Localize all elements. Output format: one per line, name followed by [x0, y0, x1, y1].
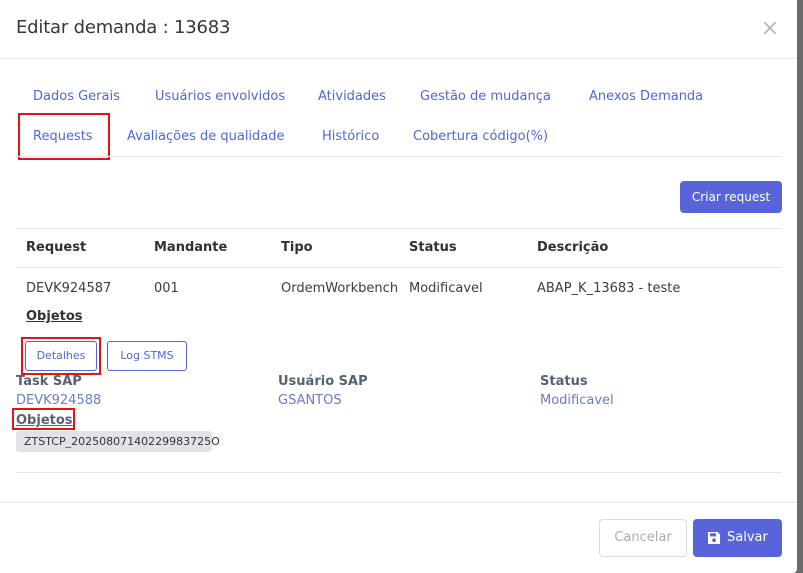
close-icon[interactable]: × [760, 18, 780, 40]
save-label: Salvar [727, 530, 768, 545]
cancel-button[interactable]: Cancelar [599, 519, 687, 557]
tabs-divider [16, 156, 782, 157]
tab-anexos-demanda[interactable]: Anexos Demanda [589, 89, 703, 104]
status-value: Modificavel [540, 393, 614, 408]
usuario-sap-value: GSANTOS [278, 393, 342, 408]
objects-link[interactable]: Objetos [26, 309, 83, 324]
footer-divider [0, 502, 797, 503]
column-header-status: Status [409, 240, 457, 255]
tab-usuarios-envolvidos[interactable]: Usuários envolvidos [155, 89, 285, 104]
tab-cobertura-codigo[interactable]: Cobertura código(%) [413, 129, 548, 144]
table-header-divider [16, 267, 782, 268]
highlight-box-details [21, 337, 101, 375]
status-label: Status [540, 374, 588, 389]
highlight-box-requests-tab [18, 113, 110, 160]
edit-demand-modal: Editar demanda : 13683 × Dados Gerais Us… [0, 0, 797, 573]
cell-tipo: OrdemWorkbench [281, 281, 399, 296]
tab-gestao-de-mudanca[interactable]: Gestão de mudança [420, 89, 551, 104]
usuario-sap-label: Usuário SAP [278, 374, 368, 389]
column-header-request: Request [26, 240, 87, 255]
modal-title: Editar demanda : 13683 [16, 17, 231, 38]
tab-avaliacoes-de-qualidade[interactable]: Avaliações de qualidade [127, 129, 285, 144]
cell-status: Modificavel [409, 281, 483, 296]
column-header-tipo: Tipo [281, 240, 313, 255]
modal-header: Editar demanda : 13683 × [0, 0, 797, 59]
details-bottom-border [16, 472, 782, 473]
cell-request: DEVK924587 [26, 281, 112, 296]
save-button[interactable]: Salvar [693, 519, 782, 557]
cell-descricao: ABAP_K_13683 - teste [537, 281, 681, 296]
highlight-box-objects [12, 408, 75, 430]
tab-atividades[interactable]: Atividades [318, 89, 386, 104]
column-header-mandante: Mandante [154, 240, 228, 255]
tab-dados-gerais[interactable]: Dados Gerais [33, 89, 120, 104]
log-stms-button[interactable]: Log STMS [107, 341, 187, 371]
column-header-descricao: Descrição [537, 240, 609, 255]
create-request-button[interactable]: Criar request [680, 181, 782, 213]
cell-mandante: 001 [154, 281, 179, 296]
save-icon [708, 532, 720, 544]
table-top-border [16, 228, 782, 229]
task-sap-value: DEVK924588 [16, 393, 102, 408]
task-sap-label: Task SAP [16, 374, 82, 389]
tab-historico[interactable]: Histórico [322, 129, 379, 144]
object-chip: ZTSTCP_20250807140229983725O [16, 431, 220, 452]
